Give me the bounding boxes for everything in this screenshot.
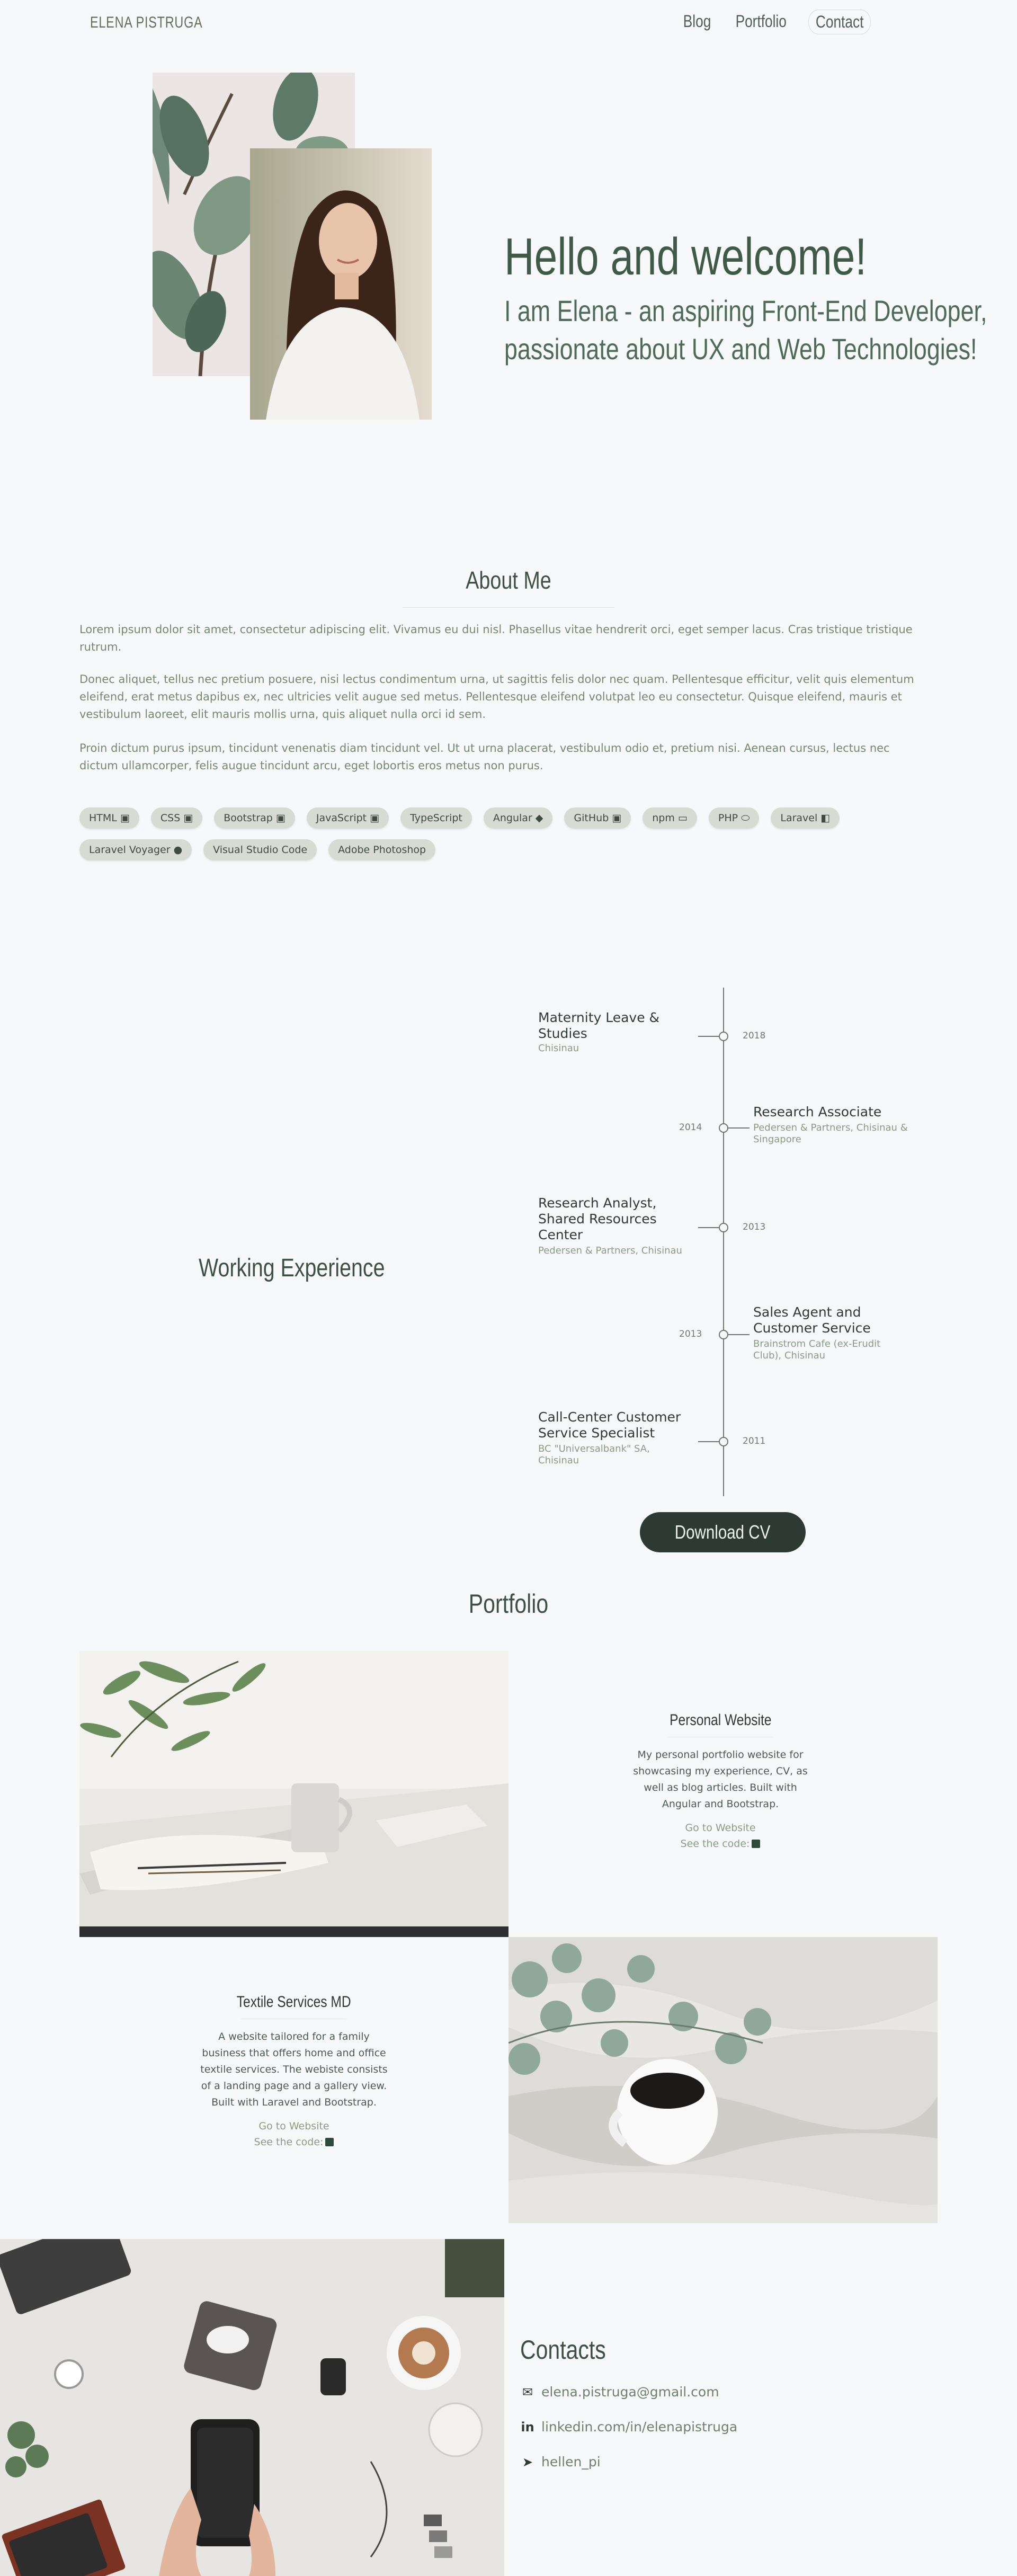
- timeline-line: [723, 988, 724, 1496]
- timeline-role: Maternity Leave & Studies: [538, 1010, 660, 1041]
- tag-vscode: Visual Studio Code: [203, 839, 317, 860]
- timeline-year: 2013: [679, 1329, 702, 1339]
- project-code-link[interactable]: See the code:: [614, 1836, 826, 1852]
- github-icon[interactable]: [752, 1840, 761, 1848]
- timeline-connector: [728, 1334, 750, 1335]
- timeline-dot: [719, 1330, 728, 1339]
- project-title: Textile Services MD: [237, 1993, 351, 2011]
- tag-bootstrap: Bootstrap ▣: [214, 807, 295, 829]
- about-paragraph: Donec aliquet, tellus nec pretium posuer…: [79, 673, 914, 721]
- nav-link-contact[interactable]: Contact: [808, 10, 871, 34]
- contact-linkedin[interactable]: in linkedin.com/in/elenapistruga: [520, 2419, 737, 2435]
- timeline-connector: [728, 1127, 750, 1129]
- timeline-role: Call-Center Customer Service Specialist: [538, 1409, 681, 1441]
- project-image-coffee: [508, 1937, 938, 2223]
- timeline-role: Sales Agent and Customer Service: [753, 1304, 871, 1336]
- timeline-company: BC "Universalbank" SA, Chisinau: [538, 1443, 650, 1466]
- project-description: My personal portfolio website for showca…: [633, 1749, 808, 1810]
- timeline-company: Brainstrom Cafe (ex-Erudit Club), Chisin…: [753, 1338, 881, 1361]
- about-title: About Me: [466, 566, 551, 594]
- tag-javascript: JavaScript ▣: [306, 807, 389, 829]
- tag-html: HTML ▣: [79, 807, 139, 829]
- contact-email-text[interactable]: elena.pistruga@gmail.com: [541, 2384, 719, 2400]
- timeline-company: Pedersen & Partners, Chisinau: [538, 1245, 682, 1256]
- about-paragraph: Lorem ipsum dolor sit amet, consectetur …: [79, 623, 913, 653]
- timeline-role: Research Associate: [753, 1104, 882, 1120]
- nav-links: Blog Portfolio Contact: [674, 10, 878, 34]
- timeline-dot: [719, 1032, 728, 1041]
- timeline-dot: [719, 1123, 728, 1133]
- timeline-company: Chisinau: [538, 1043, 579, 1054]
- timeline-year: 2014: [679, 1122, 702, 1133]
- timeline-year: 2018: [743, 1031, 766, 1041]
- tag-photoshop: Adobe Photoshop: [328, 839, 436, 860]
- nav-link-blog[interactable]: Blog: [678, 10, 716, 34]
- about-divider: [403, 607, 614, 608]
- contact-email[interactable]: ✉ elena.pistruga@gmail.com: [520, 2384, 719, 2400]
- github-icon[interactable]: [325, 2138, 334, 2146]
- nav-link-portfolio[interactable]: Portfolio: [730, 10, 792, 34]
- project-website-link[interactable]: Go to Website: [188, 2118, 400, 2134]
- contact-telegram[interactable]: ➤ hellen_pi: [520, 2454, 601, 2470]
- tag-typescript: TypeScript: [400, 807, 472, 829]
- project-description: A website tailored for a family business…: [200, 2031, 388, 2108]
- timeline-connector: [698, 1227, 719, 1228]
- tag-php: PHP ⬭: [708, 807, 760, 829]
- portfolio-title: Portfolio: [468, 1589, 549, 1619]
- project-image-desk: [79, 1651, 508, 1937]
- contacts-title: Contacts: [520, 2335, 606, 2365]
- tag-laravel-voyager: Laravel Voyager ●: [79, 839, 192, 860]
- timeline-connector: [698, 1036, 719, 1037]
- tag-css: CSS ▣: [150, 807, 203, 829]
- project-code-link[interactable]: See the code:: [188, 2134, 400, 2150]
- timeline-dot: [719, 1437, 728, 1446]
- project-card-textile: Textile Services MD A website tailored f…: [188, 1993, 400, 2150]
- project-website-link[interactable]: Go to Website: [614, 1820, 826, 1836]
- top-nav: ELENA PISTRUGA Blog Portfolio Contact: [0, 0, 1017, 46]
- telegram-icon: ➤: [522, 2454, 533, 2470]
- hero-title: Hello and welcome!: [504, 227, 867, 286]
- hero-portrait-photo: [250, 148, 432, 420]
- timeline-year: 2013: [743, 1222, 766, 1232]
- project-title: Personal Website: [669, 1711, 772, 1729]
- tag-github: GitHub ▣: [564, 807, 631, 829]
- linkedin-icon: in: [521, 2419, 534, 2435]
- tag-laravel: Laravel ◧: [771, 807, 840, 829]
- timeline-connector: [698, 1441, 719, 1442]
- hero-subtitle: I am Elena - an aspiring Front-End Devel…: [504, 294, 987, 366]
- brand-logo[interactable]: ELENA PISTRUGA: [90, 14, 202, 32]
- about-paragraph: Proin dictum purus ipsum, tincidunt vene…: [79, 742, 890, 772]
- timeline-company: Pedersen & Partners, Chisinau & Singapor…: [753, 1122, 908, 1145]
- timeline-year: 2011: [743, 1436, 766, 1446]
- skills-tags: HTML ▣ CSS ▣ Bootstrap ▣ JavaScript ▣ Ty…: [79, 807, 863, 860]
- download-cv-button[interactable]: Download CV: [640, 1512, 806, 1552]
- envelope-icon: ✉: [522, 2384, 533, 2400]
- tag-angular: Angular ◆: [483, 807, 553, 829]
- experience-title: Working Experience: [199, 1254, 385, 1282]
- contacts-flatlay-photo: [0, 2239, 504, 2576]
- project-card-personal-website: Personal Website My personal portfolio w…: [614, 1711, 826, 1852]
- contact-linkedin-text[interactable]: linkedin.com/in/elenapistruga: [541, 2419, 737, 2435]
- tag-npm: npm ▭: [643, 807, 697, 829]
- contact-telegram-text[interactable]: hellen_pi: [541, 2454, 601, 2470]
- timeline-role: Research Analyst, Shared Resources Cente…: [538, 1195, 657, 1242]
- timeline-dot: [719, 1223, 728, 1232]
